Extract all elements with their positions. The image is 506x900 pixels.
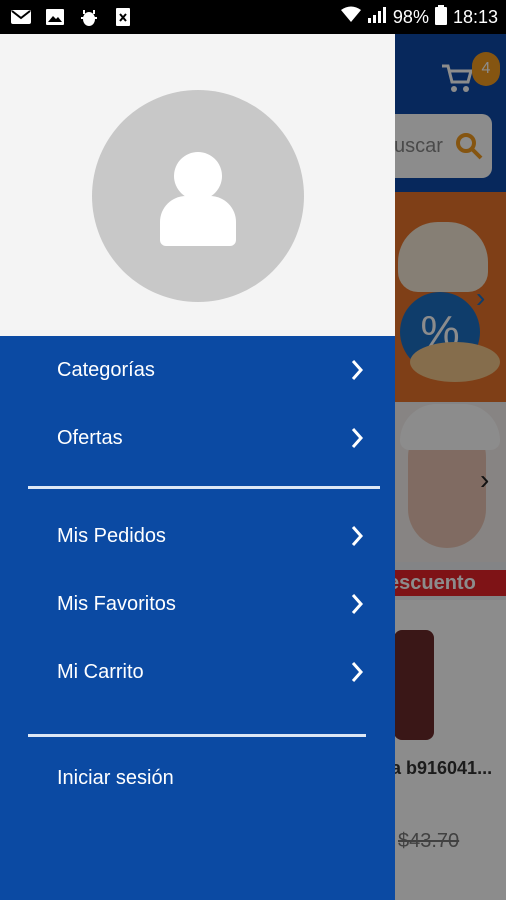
bug-icon (78, 7, 100, 27)
navigation-drawer: Categorías Ofertas Mis Pedidos Mis Favor… (0, 34, 395, 900)
image-icon (44, 7, 66, 27)
menu-item-mis-pedidos[interactable]: Mis Pedidos (0, 506, 395, 566)
chevron-right-icon (346, 525, 368, 547)
chevron-right-icon (346, 661, 368, 683)
battery-percent: 98% (392, 6, 429, 27)
menu-item-label: Categorías (57, 358, 155, 381)
chevron-right-icon (346, 427, 368, 449)
user-body-icon (160, 196, 236, 246)
chevron-right-icon (346, 593, 368, 615)
file-icon (112, 7, 134, 27)
menu-item-mis-favoritos[interactable]: Mis Favoritos (0, 574, 395, 634)
battery-icon (434, 4, 447, 30)
menu-item-mi-carrito[interactable]: Mi Carrito (0, 642, 395, 702)
menu-divider (28, 734, 366, 737)
drawer-header (0, 34, 395, 336)
menu-item-label: Mi Carrito (57, 660, 144, 683)
menu-item-label: Mis Pedidos (57, 524, 166, 547)
user-head-icon (174, 152, 222, 200)
status-right: 98% 18:13 (340, 0, 498, 34)
chevron-right-icon (346, 359, 368, 381)
menu-item-categorias[interactable]: Categorías (0, 340, 395, 400)
login-button[interactable]: Iniciar sesión (0, 748, 395, 808)
avatar[interactable] (92, 90, 304, 302)
clock: 18:13 (452, 6, 498, 27)
wifi-icon (340, 6, 361, 29)
gmail-icon (10, 7, 32, 27)
menu-divider (28, 486, 380, 489)
status-bar: 98% 18:13 (0, 0, 506, 34)
signal-icon (367, 6, 387, 29)
menu-item-label: Ofertas (57, 426, 123, 449)
menu-item-label: Mis Favoritos (57, 592, 176, 615)
login-label: Iniciar sesión (57, 766, 174, 789)
menu-item-ofertas[interactable]: Ofertas (0, 408, 395, 468)
notification-icons (0, 7, 134, 27)
